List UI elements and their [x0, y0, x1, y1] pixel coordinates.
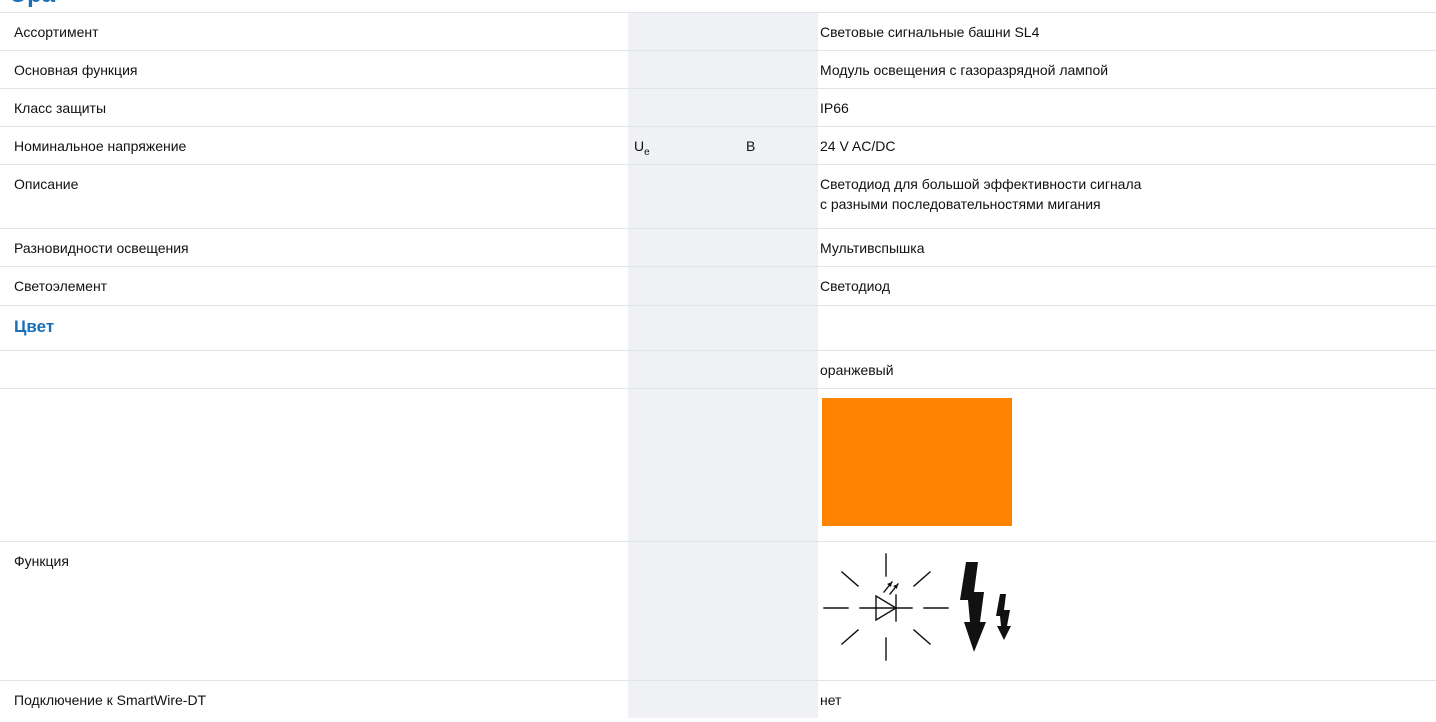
spec-row-protection-class: Класс защиты IP66 — [0, 88, 1436, 126]
color-swatch — [822, 398, 1012, 526]
row-value: Светодиод для большой эффективности сигн… — [818, 165, 1436, 228]
row-label: Разновидности освещения — [14, 240, 189, 256]
row-symbol: Ue — [628, 127, 740, 164]
spec-row-rated-voltage: Номинальное напряжение Ue В 24 V AC/DC — [0, 126, 1436, 164]
row-value: Мультивспышка — [820, 240, 925, 256]
row-value: оранжевый — [820, 362, 894, 378]
section-title-color: Цвет — [14, 317, 55, 336]
spec-row-lighting-types: Разновидности освещения Мультивспышка — [0, 228, 1436, 266]
section-row-color: Цвет — [0, 305, 1436, 350]
row-value: IP66 — [820, 100, 849, 116]
spec-row-main-function: Основная функция Модуль освещения с газо… — [0, 50, 1436, 88]
row-value: нет — [820, 692, 842, 708]
spec-row-description: Описание Светодиод для большой эффективн… — [0, 164, 1436, 228]
row-label: Подключение к SmartWire-DT — [14, 692, 207, 708]
row-value: Модуль освещения с газоразрядной лампой — [820, 62, 1109, 78]
symbol-subscript: e — [644, 147, 650, 158]
row-value: Светодиод — [820, 278, 891, 294]
spec-row-assortment: Ассортимент Световые сигнальные башни SL… — [0, 12, 1436, 50]
spec-table: Ассортимент Световые сигнальные башни SL… — [0, 12, 1436, 718]
section-heading: Эра — [10, 0, 55, 12]
row-label: Номинальное напряжение — [14, 138, 187, 154]
row-label: Светоэлемент — [14, 278, 108, 294]
spec-row-color-swatch — [0, 388, 1436, 541]
spec-row-smartwire: Подключение к SmartWire-DT нет — [0, 680, 1436, 718]
row-value: Световые сигнальные башни SL4 — [820, 24, 1040, 40]
row-unit: В — [746, 138, 756, 154]
spec-row-light-element: Светоэлемент Светодиод — [0, 266, 1436, 305]
row-label: Класс защиты — [14, 100, 107, 116]
flashing-led-multiflash-icon — [823, 553, 1011, 661]
description-line-2: с разными последовательностями мигания — [820, 196, 1101, 212]
spec-row-color: оранжевый — [0, 350, 1436, 388]
row-value: 24 V AC/DC — [820, 138, 896, 154]
row-label: Основная функция — [14, 62, 138, 78]
description-line-1: Светодиод для большой эффективности сигн… — [820, 176, 1142, 192]
product-spec-page: Эра Ассортимент Световые сигнальные башн… — [0, 0, 1436, 722]
symbol-text: U — [634, 138, 645, 154]
row-label: Описание — [14, 176, 79, 192]
row-label: Функция — [14, 553, 69, 569]
row-label: Ассортимент — [14, 24, 99, 40]
spec-row-function: Функция — [0, 541, 1436, 680]
